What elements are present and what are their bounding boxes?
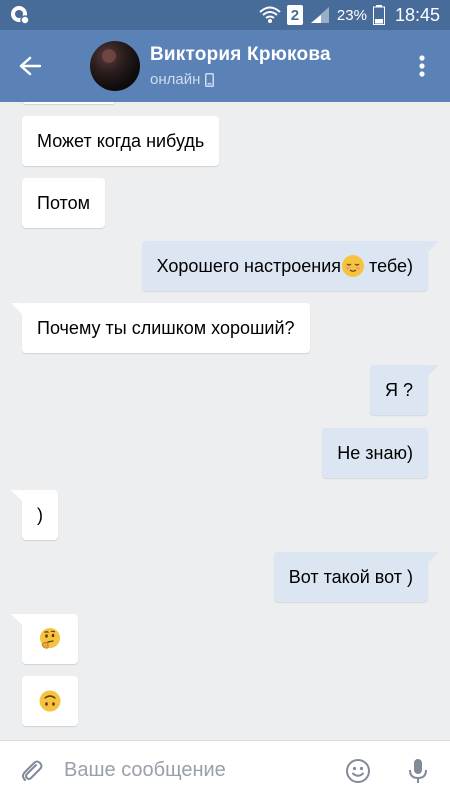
smiley-icon — [346, 758, 370, 783]
microphone-icon — [409, 758, 427, 783]
message-text: Может когда нибудь — [37, 130, 205, 151]
messenger-notification-icon — [10, 5, 30, 25]
battery-percent: 23% — [336, 6, 367, 24]
mobile-phone-icon — [205, 72, 215, 87]
message-bubble-incoming[interactable] — [11, 614, 78, 664]
signal-icon — [309, 5, 331, 25]
message-text-continuation: тебе) — [364, 255, 413, 276]
relieved-face-emoji-icon — [342, 255, 365, 277]
back-button[interactable] — [0, 30, 60, 102]
bubble-tail — [11, 490, 23, 502]
message-composer — [0, 740, 450, 800]
message-list[interactable]: Может когда нибудь Потом Хорошего настро… — [0, 102, 450, 740]
battery-icon — [372, 5, 385, 25]
message-text: Я ? — [384, 379, 413, 400]
message-bubble-outgoing[interactable]: Хорошего настроения тебе) — [141, 241, 439, 291]
more-vertical-icon — [419, 55, 425, 77]
message-bubble-partial — [22, 102, 116, 104]
online-status: онлайн — [150, 71, 331, 88]
message-text: Потом — [37, 192, 90, 213]
message-bubble-outgoing[interactable]: Не знаю) — [322, 428, 428, 478]
message-bubble-incoming[interactable]: Почему ты слишком хороший? — [11, 303, 310, 353]
message-bubble-outgoing[interactable]: Я ? — [369, 365, 439, 415]
message-text: Хорошего настроения — [156, 255, 342, 276]
message-text: Почему ты слишком хороший? — [37, 317, 295, 338]
more-menu-button[interactable] — [394, 30, 450, 102]
message-input[interactable] — [64, 759, 330, 782]
message-text: ) — [37, 504, 43, 525]
bubble-tail — [11, 614, 23, 626]
chat-header: Виктория Крюкова онлайн — [0, 30, 450, 102]
message-bubble-outgoing[interactable]: Вот такой вот ) — [273, 552, 439, 602]
avatar[interactable] — [90, 41, 140, 91]
bubble-tail — [11, 303, 23, 315]
bubble-tail — [427, 552, 439, 564]
message-bubble-incoming[interactable]: Потом — [22, 178, 105, 228]
contact-info[interactable]: Виктория Крюкова онлайн — [150, 44, 331, 88]
message-bubble-incoming[interactable] — [22, 676, 78, 726]
upside-down-face-emoji-icon — [38, 689, 62, 713]
bubble-tail — [427, 241, 439, 253]
bubble-tail — [427, 365, 439, 377]
message-bubble-incoming[interactable]: ) — [11, 490, 58, 540]
message-bubble-incoming[interactable]: Может когда нибудь — [22, 116, 220, 166]
clock: 18:45 — [394, 4, 440, 25]
message-text: Вот такой вот ) — [288, 566, 413, 587]
arrow-left-icon — [19, 56, 41, 76]
wifi-icon — [259, 5, 281, 25]
attach-button[interactable] — [0, 741, 64, 800]
contact-name: Виктория Крюкова — [150, 44, 331, 65]
voice-message-button[interactable] — [386, 741, 450, 800]
online-status-label: онлайн — [150, 71, 201, 88]
sim-badge: 2 — [286, 5, 303, 25]
thinking-face-emoji-icon — [38, 627, 62, 651]
emoji-button[interactable] — [330, 741, 386, 800]
message-text: Не знаю) — [337, 442, 413, 463]
paperclip-icon — [22, 760, 43, 781]
status-bar: 2 23% 18:45 — [0, 0, 450, 30]
